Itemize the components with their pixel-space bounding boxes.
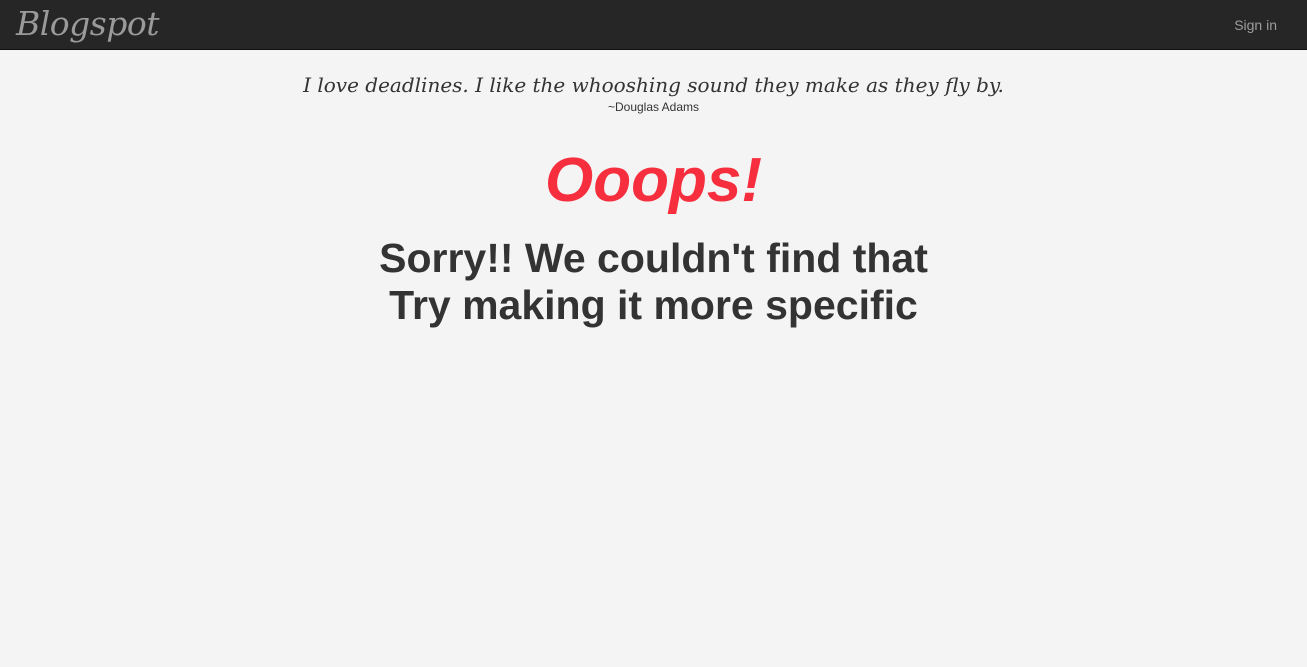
main-content: I love deadlines. I like the whooshing s… xyxy=(0,50,1307,329)
quote-text: I love deadlines. I like the whooshing s… xyxy=(303,73,1004,97)
quote-author: ~Douglas Adams xyxy=(607,100,700,114)
sign-in-link[interactable]: Sign in xyxy=(1234,16,1277,34)
error-message-line-2: Try making it more specific xyxy=(389,282,918,328)
error-heading: Ooops! xyxy=(545,146,762,215)
top-navbar: Blogspot Sign in xyxy=(0,0,1307,50)
error-message-line-1: Sorry!! We couldn't find that xyxy=(379,235,928,281)
error-message: Sorry!! We couldn't find that Try making… xyxy=(0,235,1307,329)
brand-logo[interactable]: Blogspot xyxy=(16,0,160,48)
